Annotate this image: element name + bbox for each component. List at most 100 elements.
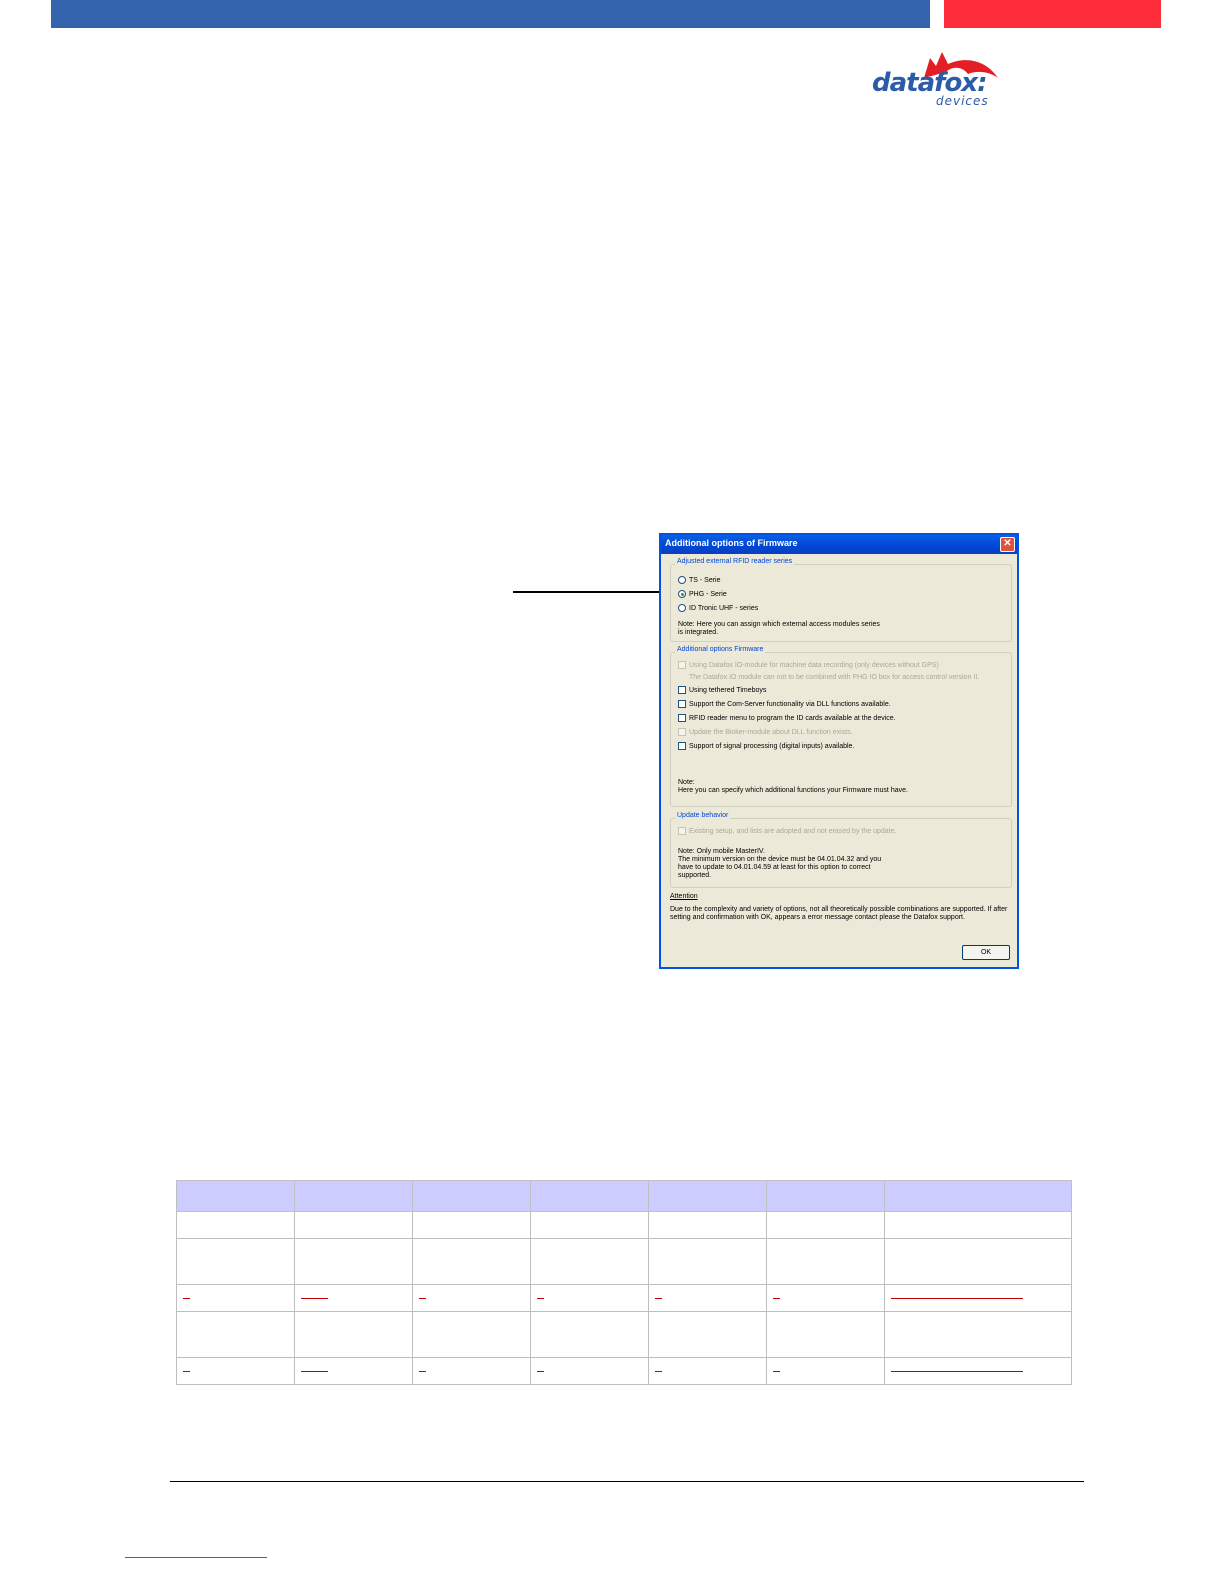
table-cell <box>294 1311 413 1358</box>
update-behavior-label: Update behavior <box>675 812 731 819</box>
table-link[interactable] <box>419 1298 426 1300</box>
checkbox-label: Using Datafox IO-module for machine data… <box>689 662 939 669</box>
table-link[interactable] <box>891 1298 1023 1300</box>
table-cell <box>648 1284 767 1312</box>
checkbox-bioker-update[interactable]: Update the Bioker-module about DLL funct… <box>678 728 853 739</box>
checkbox-tethered-timeboys[interactable]: Using tethered Timeboys <box>678 686 766 697</box>
checkbox-icon[interactable] <box>678 714 686 723</box>
table-cell <box>648 1238 767 1285</box>
table-header-cell <box>530 1180 649 1212</box>
table-link[interactable] <box>537 1298 544 1300</box>
checkbox-rfid-menu[interactable]: RFID reader menu to program the ID cards… <box>678 714 896 725</box>
checkbox-icon[interactable] <box>678 827 686 836</box>
reader-series-group: Adjusted external RFID reader series TS … <box>670 558 1012 642</box>
dialog-titlebar[interactable]: Additional options of Firmware ✕ <box>661 535 1017 554</box>
table-cell <box>884 1357 1072 1385</box>
firmware-options-dialog: Additional options of Firmware ✕ Adjuste… <box>659 533 1019 969</box>
checkbox-signal-processing[interactable]: Support of signal processing (digital in… <box>678 742 854 753</box>
table-cell <box>176 1311 295 1358</box>
checkbox-icon[interactable] <box>678 661 686 670</box>
table-link[interactable] <box>301 1298 328 1300</box>
table-row <box>176 1211 1072 1239</box>
table-cell <box>648 1311 767 1358</box>
table-cell <box>176 1357 295 1385</box>
radio-ts-serie[interactable]: TS - Serie <box>678 576 721 587</box>
checkbox-label: RFID reader menu to program the ID cards… <box>689 715 896 722</box>
table-cell <box>294 1357 413 1385</box>
table-link[interactable] <box>773 1371 780 1373</box>
table-link[interactable] <box>773 1298 780 1300</box>
table-link[interactable] <box>891 1371 1023 1373</box>
table-link[interactable] <box>183 1371 190 1373</box>
update-behavior-group: Update behavior Existing setup, and list… <box>670 812 1012 888</box>
table-cell <box>766 1284 885 1312</box>
table-cell <box>884 1311 1072 1358</box>
table-cell <box>884 1238 1072 1285</box>
table-cell <box>176 1211 295 1239</box>
table-cell <box>766 1357 885 1385</box>
table-link[interactable] <box>537 1371 544 1373</box>
table-cell <box>412 1238 531 1285</box>
table-link[interactable] <box>655 1298 662 1300</box>
checkbox-label: Existing setup, and lists are adopted an… <box>689 828 897 835</box>
checkbox-icon[interactable] <box>678 686 686 695</box>
table-cell <box>530 1311 649 1358</box>
checkbox-keep-setup[interactable]: Existing setup, and lists are adopted an… <box>678 827 896 838</box>
table-cell <box>294 1238 413 1285</box>
table-cell <box>294 1211 413 1239</box>
checkbox-icon[interactable] <box>678 742 686 751</box>
update-behavior-note: Note: Only mobile MasterIV. The minimum … <box>678 848 882 879</box>
footer-divider <box>170 1481 1084 1482</box>
checkbox-io-module[interactable]: Using Datafox IO-module for machine data… <box>678 661 939 672</box>
firmware-options-label: Additional options Firmware <box>675 646 766 653</box>
table-link[interactable] <box>419 1371 426 1373</box>
radio-label: PHG - Serie <box>689 591 727 598</box>
table-row <box>176 1284 1072 1312</box>
table-link[interactable] <box>183 1298 190 1300</box>
checkbox-com-server[interactable]: Support the Com-Server functionality via… <box>678 700 891 711</box>
radio-id-tronic-uhf[interactable]: ID Tronic UHF - series <box>678 604 758 615</box>
close-button[interactable]: ✕ <box>1000 537 1015 552</box>
table-header-cell <box>412 1180 531 1212</box>
table-cell <box>766 1238 885 1285</box>
firmware-options-group: Additional options Firmware Using Datafo… <box>670 646 1012 807</box>
table-cell <box>412 1357 531 1385</box>
reader-series-label: Adjusted external RFID reader series <box>675 558 795 565</box>
ok-button[interactable]: OK <box>962 945 1010 960</box>
header-blue-bar <box>51 0 930 28</box>
table-row <box>176 1357 1072 1385</box>
table-cell <box>412 1211 531 1239</box>
checkbox-icon[interactable] <box>678 728 686 737</box>
checkbox-label: Using tethered Timeboys <box>689 687 767 694</box>
dialog-title: Additional options of Firmware <box>665 538 798 548</box>
table-cell <box>412 1311 531 1358</box>
radio-selected-icon[interactable] <box>678 590 686 599</box>
radio-phg-serie[interactable]: PHG - Serie <box>678 590 727 601</box>
table-cell <box>530 1357 649 1385</box>
radio-icon[interactable] <box>678 576 686 585</box>
table-cell <box>884 1284 1072 1312</box>
table-header-cell <box>294 1180 413 1212</box>
attention-label: Attention <box>670 893 698 900</box>
table-cell <box>648 1357 767 1385</box>
table-cell <box>176 1284 295 1312</box>
checkbox-label: Support of signal processing (digital in… <box>689 743 855 750</box>
table-cell <box>766 1211 885 1239</box>
footer-link[interactable] <box>125 1557 267 1558</box>
checkbox-icon[interactable] <box>678 700 686 709</box>
table-cell <box>530 1284 649 1312</box>
table-cell <box>648 1211 767 1239</box>
callout-arrow-icon <box>513 586 683 598</box>
checkbox-label: Support the Com-Server functionality via… <box>689 701 891 708</box>
table-link[interactable] <box>301 1371 328 1373</box>
header-red-bar <box>944 0 1161 28</box>
table-row <box>176 1238 1072 1285</box>
table-cell <box>294 1284 413 1312</box>
firmware-options-note: Note: Here you can specify which additio… <box>678 779 908 794</box>
radio-icon[interactable] <box>678 604 686 613</box>
table-header-cell <box>884 1180 1072 1212</box>
table-link[interactable] <box>655 1371 662 1373</box>
table-cell <box>176 1238 295 1285</box>
logo-subtitle: devices <box>936 94 989 108</box>
attention-text: Due to the complexity and variety of opt… <box>670 906 1008 921</box>
